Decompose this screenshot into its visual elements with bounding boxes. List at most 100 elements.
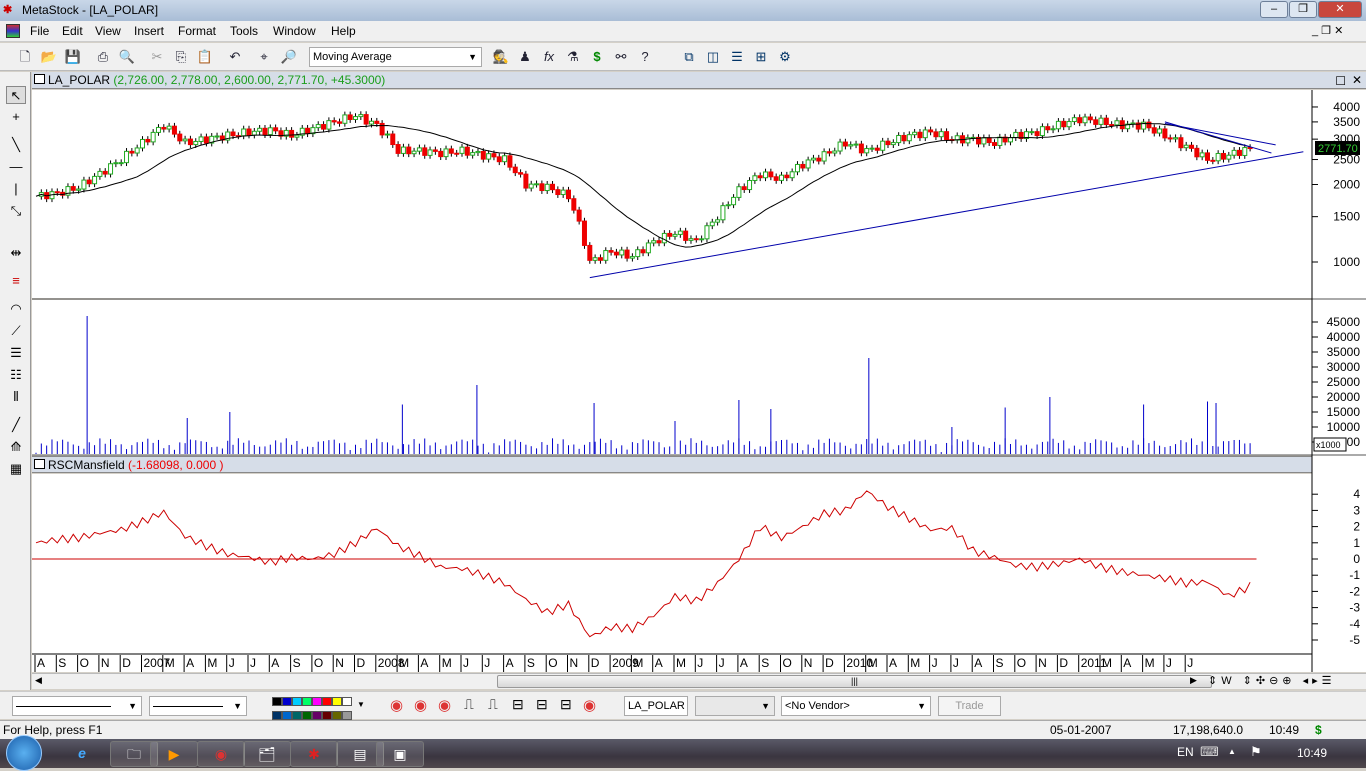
price-tick-label: 3500 (1333, 115, 1360, 129)
chrome-taskbar-icon[interactable]: ◉ (197, 741, 245, 767)
candle (118, 162, 124, 165)
taskbar-clock[interactable]: 10:49 (1297, 746, 1327, 760)
candle (1055, 120, 1061, 130)
date-label: O (783, 656, 792, 670)
candle (182, 138, 188, 142)
line-width-select[interactable]: ▼ (149, 696, 247, 716)
chart-area[interactable]: 10001500200025003000350040002771.7050001… (0, 0, 1366, 690)
date-label: D (591, 656, 600, 670)
candle (1189, 144, 1195, 149)
chart-nav-controls[interactable]: ⇕W ⇕✣⊖⊕ ◂▸☰ (1208, 674, 1335, 687)
date-label: J (719, 656, 725, 670)
color-swatch[interactable] (302, 711, 312, 720)
color-swatch[interactable] (272, 711, 282, 720)
chevron-down-icon: ▼ (917, 701, 926, 711)
rsc-tick-label: 4 (1353, 487, 1360, 501)
date-label: A (37, 656, 45, 670)
color-swatch[interactable] (332, 711, 342, 720)
chrome-icon[interactable]: ◉ (438, 696, 451, 714)
candle (1109, 124, 1115, 127)
date-label: O (1017, 656, 1026, 670)
candle (1098, 117, 1104, 125)
candle (1114, 120, 1120, 126)
window-layout-icon[interactable]: ⊟ (560, 696, 572, 713)
color-swatch[interactable] (322, 711, 332, 720)
candle (1183, 144, 1189, 149)
language-indicator[interactable]: EN (1177, 745, 1194, 759)
candle (214, 135, 220, 138)
color-swatch[interactable] (332, 697, 342, 706)
color-swatch[interactable] (312, 697, 322, 706)
rsc-tick-label: -4 (1349, 617, 1360, 631)
chevron-down-icon[interactable]: ▼ (357, 700, 365, 709)
chart-insert-icon[interactable]: ⎍ (488, 696, 498, 713)
chrome-icon[interactable]: ◉ (414, 696, 427, 714)
media-player-taskbar-icon[interactable]: ▶ (150, 741, 198, 767)
color-swatch[interactable] (272, 697, 282, 706)
candle (315, 124, 321, 129)
candle (544, 183, 550, 192)
symbol-field[interactable]: LA_POLAR (624, 696, 688, 716)
chrome-icon[interactable]: ◉ (390, 696, 403, 714)
candle (124, 150, 130, 164)
color-swatch[interactable] (282, 711, 292, 720)
chrome-icon[interactable]: ◉ (583, 696, 596, 714)
candle (683, 230, 689, 241)
rsc-tick-label: 0 (1353, 552, 1360, 566)
color-swatch[interactable] (312, 711, 322, 720)
candle (171, 125, 177, 135)
start-button[interactable] (6, 735, 42, 771)
candle (390, 133, 396, 146)
candle (342, 114, 348, 124)
date-label: M (910, 656, 920, 670)
trade-button[interactable]: Trade (938, 696, 1001, 716)
candle (896, 134, 902, 144)
vendor-value: <No Vendor> (785, 700, 850, 712)
candle (1007, 137, 1013, 143)
candle (1077, 117, 1083, 124)
scroll-right-icon[interactable]: ▶ (1190, 675, 1197, 686)
candle (108, 163, 114, 175)
candle (289, 129, 295, 138)
line-style-select[interactable]: ▼ (12, 696, 142, 716)
color-swatch[interactable] (292, 711, 302, 720)
folders-taskbar-icon[interactable]: 🗂 (243, 741, 291, 767)
color-swatch[interactable] (322, 697, 332, 706)
date-label: A (740, 656, 748, 670)
keyboard-icon[interactable]: ⌨ (1200, 744, 1219, 760)
horizontal-scrollbar[interactable]: ◀ ||| ▶ ⇕W ⇕✣⊖⊕ ◂▸☰ (32, 673, 1366, 689)
color-swatch[interactable] (302, 697, 312, 706)
color-swatch[interactable] (342, 711, 352, 720)
candle (512, 166, 518, 174)
volume-tick-label: 25000 (1327, 375, 1361, 389)
app-taskbar-icon[interactable]: ▣ (376, 741, 424, 767)
candle (566, 189, 571, 200)
date-label: M (1145, 656, 1155, 670)
color-swatch[interactable] (282, 697, 292, 706)
candle (102, 170, 108, 175)
candle (246, 128, 252, 136)
price-tick-label: 1500 (1333, 210, 1360, 224)
period-select[interactable]: ▼ (695, 696, 775, 716)
candle (326, 120, 332, 130)
volume-panel (32, 300, 1312, 455)
vendor-select[interactable]: <No Vendor> ▼ (781, 696, 931, 716)
candle (145, 138, 151, 143)
date-label: M (442, 656, 452, 670)
candle (917, 131, 923, 139)
window-layout-icon[interactable]: ⊟ (536, 696, 548, 713)
scroll-left-icon[interactable]: ◀ (35, 675, 42, 686)
ie-taskbar-icon[interactable]: e (58, 741, 106, 767)
chart-insert-icon[interactable]: ⎍ (464, 696, 474, 713)
metastock-taskbar-icon[interactable]: ✱ (290, 741, 338, 767)
color-swatch[interactable] (292, 697, 302, 706)
candle (230, 131, 236, 137)
action-center-flag-icon[interactable]: ⚑ (1250, 744, 1262, 760)
color-palette[interactable] (272, 696, 356, 720)
candle (1061, 120, 1067, 128)
window-layout-icon[interactable]: ⊟ (512, 696, 524, 713)
date-label: O (314, 656, 323, 670)
tray-expand-icon[interactable]: ▲ (1228, 747, 1236, 756)
scroll-thumb[interactable]: ||| (497, 675, 1212, 688)
color-swatch[interactable] (342, 697, 352, 706)
